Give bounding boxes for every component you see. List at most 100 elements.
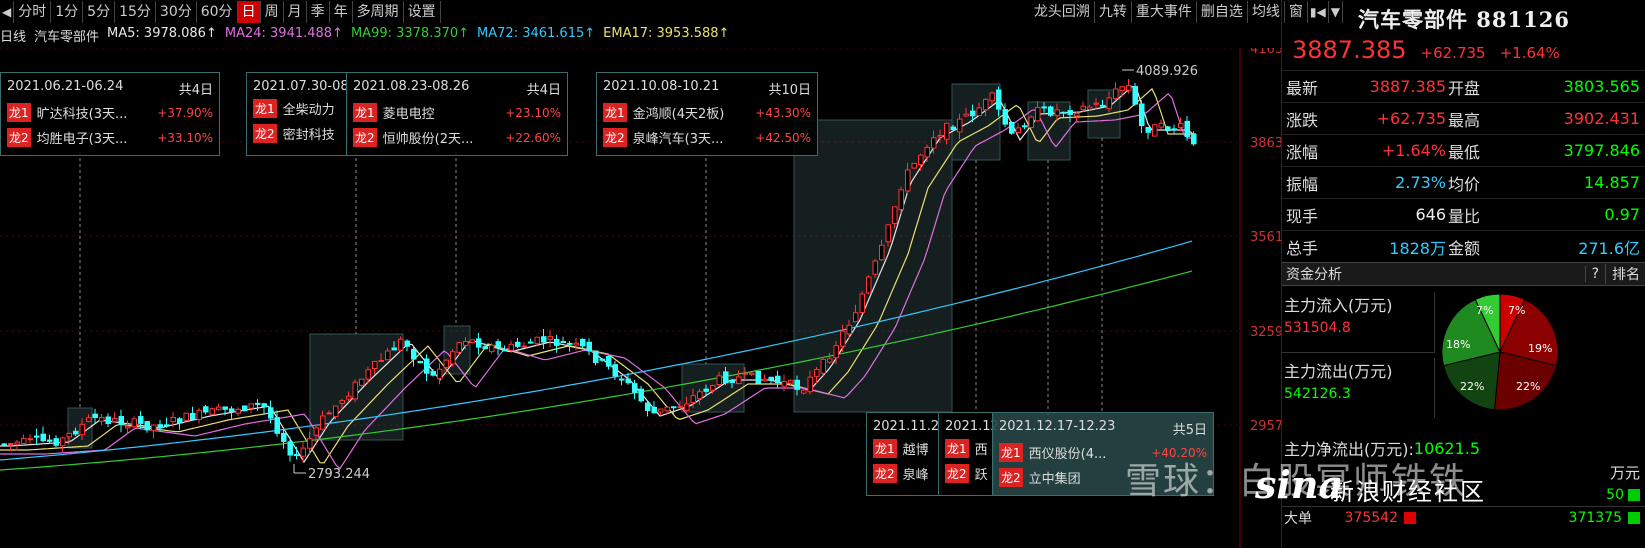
candle-body [905, 169, 911, 192]
rank-button[interactable]: 排名 [1605, 264, 1645, 284]
candle-body [918, 154, 924, 166]
candle-body [1165, 126, 1171, 132]
dragon-box-4[interactable]: 2021.10.08-10.21 共10日 龙1 金鸿顺(4天2板) +43.30% … [596, 72, 818, 156]
ema17-label: EMA17: 3953.588↑ [603, 26, 730, 41]
candle-body [1152, 124, 1158, 137]
price-line: 3887.385 +62.735 +1.64% [1282, 36, 1645, 64]
candle-body [840, 330, 846, 347]
dragon-box-6[interactable]: 2021.12 龙1 西 龙2 跃 [938, 412, 999, 496]
candle-body [40, 433, 46, 442]
toolbar-left-icon[interactable]: ◀ [0, 1, 15, 23]
candle-body [391, 347, 397, 351]
dragon-stock[interactable]: 越博 [903, 439, 935, 458]
quote-value: +62.735 [1376, 109, 1446, 128]
candle-body [21, 437, 27, 444]
candle-body [1113, 88, 1119, 99]
inflow-block: 主力流入(万元) 531504.8 [1282, 292, 1435, 353]
quote-label: 最高 [1448, 110, 1481, 130]
dragon-stock[interactable]: 密封科技 [283, 124, 341, 143]
candle-body [632, 383, 638, 393]
tab-week[interactable]: 周 [261, 1, 284, 23]
candle-body [1002, 109, 1008, 125]
dragon-stock[interactable]: 泉峰 [903, 464, 935, 483]
candle-body [677, 406, 683, 409]
dragon-tag: 龙2 [603, 128, 627, 147]
dragon-stock[interactable]: 跃 [975, 464, 987, 483]
tab-1min[interactable]: 1分 [51, 1, 84, 23]
tab-year[interactable]: 年 [330, 1, 353, 23]
tab-fenshi[interactable]: 分时 [14, 1, 52, 23]
help-button[interactable]: ? [1584, 266, 1605, 282]
dragon-tag: 龙1 [353, 103, 377, 122]
candle-body [346, 395, 352, 400]
candle-body [1126, 85, 1132, 91]
candle-body [404, 340, 410, 347]
dragon-stock[interactable]: 金鸿顺(4天2板) [633, 103, 750, 122]
candle-body [196, 409, 202, 421]
candle-body [970, 110, 976, 117]
candle-body [996, 89, 1002, 110]
dragon-stock[interactable]: 菱电电控 [383, 103, 500, 122]
candle-body [1054, 109, 1060, 116]
y-tick-3863: 3863 [1250, 136, 1281, 151]
candle-body [333, 405, 339, 418]
candle-body [898, 189, 904, 211]
inflow-label: 主力流入(万元) [1284, 296, 1393, 315]
dragon-pct: +22.60% [505, 130, 561, 145]
candle-body [1041, 106, 1047, 109]
candle-body [911, 162, 917, 169]
dragon-box-5[interactable]: 2021.11.2 龙1 越博 龙2 泉峰 [866, 412, 942, 496]
tab-day[interactable]: 日 [237, 1, 261, 23]
quote-value: 3803.565 [1563, 77, 1640, 96]
dragon-stock[interactable]: 均胜电子(3天... [37, 128, 152, 147]
candle-body [164, 424, 170, 427]
tab-multi-period[interactable]: 多周期 [353, 1, 404, 23]
candle-body [79, 423, 85, 436]
quote-label: 涨跌 [1286, 110, 1319, 130]
tab-quarter[interactable]: 季 [307, 1, 330, 23]
candle-body [638, 388, 644, 402]
candle-body [924, 146, 930, 158]
candle-body [450, 351, 456, 365]
dragon-stock[interactable]: 旷达科技(3天... [37, 103, 152, 122]
candle-body [957, 118, 963, 133]
moving-average-button[interactable]: 均线 [1248, 1, 1285, 23]
candle-body [814, 369, 820, 377]
candle-body [8, 442, 14, 445]
low-label: 2793.244 [308, 467, 370, 482]
dragon-tag: 龙1 [873, 439, 897, 458]
major-events-button[interactable]: 重大事件 [1132, 1, 1197, 23]
dragon-box-1[interactable]: 2021.06.21-06.24 共4日 龙1 旷达科技(3天... +37.90% … [0, 72, 220, 156]
tab-settings[interactable]: 设置 [404, 1, 441, 23]
candle-body [846, 324, 852, 335]
tab-15min[interactable]: 15分 [115, 1, 156, 23]
dragon-stock[interactable]: 西 [975, 439, 987, 458]
dragon-review-button[interactable]: 龙头回溯 [1030, 1, 1095, 23]
tab-5min[interactable]: 5分 [83, 1, 116, 23]
dragon-stock[interactable]: 全柴动力 [283, 99, 341, 118]
tab-30min[interactable]: 30分 [156, 1, 197, 23]
candle-body [859, 293, 865, 313]
dragon-range: 2021.08.23-08.26 [353, 79, 470, 94]
remove-watchlist-button[interactable]: 删自选 [1197, 1, 1248, 23]
dragon-box-2[interactable]: 2021.07.30-08 龙1 全柴动力 龙2 密封科技 [246, 72, 349, 156]
candle-body [209, 408, 215, 415]
dragon-stock[interactable]: 恒帅股份(2天... [383, 128, 500, 147]
order-small-value: 50 [1606, 487, 1624, 503]
candle-body [177, 418, 183, 424]
candle-body [125, 425, 131, 429]
candle-body [352, 381, 358, 400]
candle-body [820, 358, 826, 374]
dragon-box-3[interactable]: 2021.08.23-08.26 共4日 龙1 菱电电控 +23.10% 龙2 恒帅股份… [346, 72, 568, 156]
dragon-stock[interactable]: 泉峰汽车(3天... [633, 128, 750, 147]
quote-value: 646 [1415, 205, 1446, 224]
tab-month[interactable]: 月 [284, 1, 307, 23]
current-price: 3887.385 [1292, 36, 1407, 64]
quote-row: 最新 3887.385 开盘 3803.565 [1282, 70, 1645, 102]
candle-body [99, 417, 105, 422]
candle-body [554, 338, 560, 346]
nine-turn-button[interactable]: 九转 [1095, 1, 1132, 23]
big-order-row: 大单 375542 371375 [1282, 506, 1645, 529]
tab-60min[interactable]: 60分 [197, 1, 238, 23]
candle-body [1119, 86, 1125, 92]
